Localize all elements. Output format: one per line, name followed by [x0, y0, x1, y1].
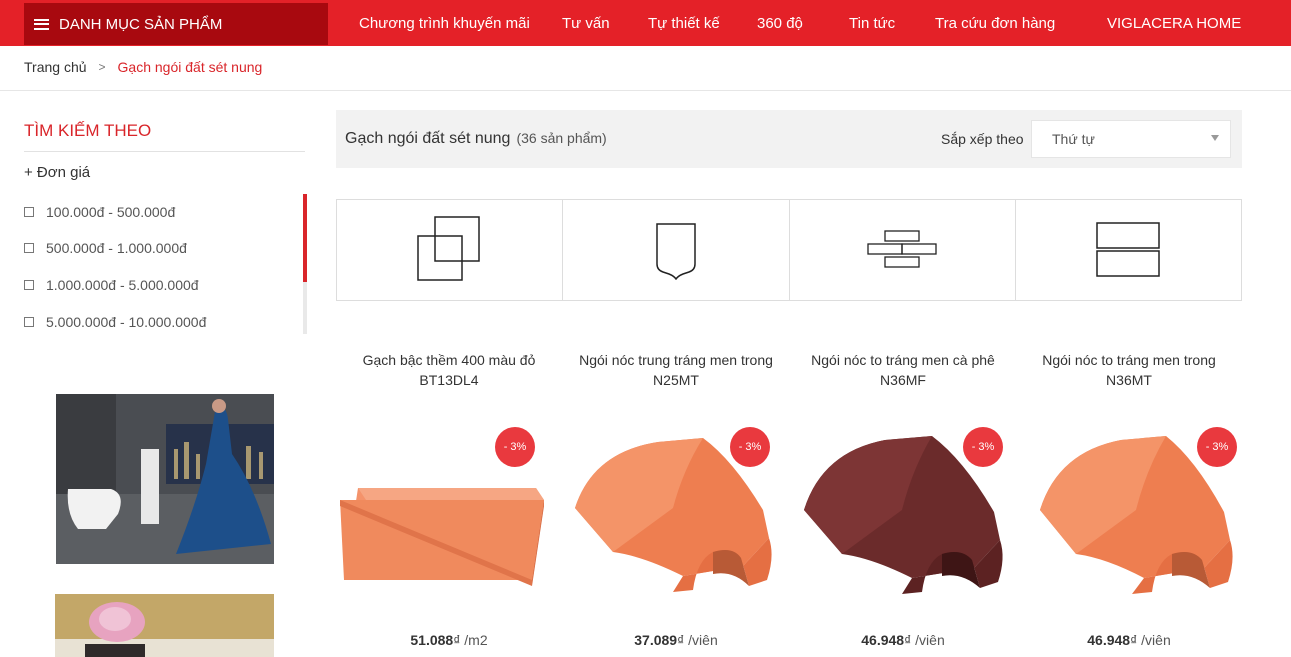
product-name[interactable]: Ngói nóc trung tráng men trong N25MT	[563, 350, 789, 390]
filter-title: TÌM KIẾM THEO	[24, 121, 152, 140]
nav-viglacera-home[interactable]: VIGLACERA HOME	[1107, 0, 1241, 46]
product-card[interactable]: Ngói nóc to tráng men trong N36MT - 3% 4…	[1016, 350, 1242, 657]
nav-self-design[interactable]: Tự thiết kế	[648, 0, 720, 46]
price-unit: /viên	[688, 632, 718, 648]
price-filter-label: 500.000đ - 1.000.000đ	[46, 240, 187, 256]
product-price: 46.948₫ /viên	[790, 632, 1016, 648]
shape-filter-row	[336, 199, 1242, 301]
scrollbar-thumb[interactable]	[303, 194, 307, 282]
scrollbar[interactable]	[303, 194, 307, 334]
price-filter-label: 5.000.000đ - 10.000.000đ	[46, 314, 207, 330]
checkbox[interactable]	[24, 207, 34, 217]
product-count: (36 sản phẩm)	[516, 130, 607, 146]
category-heading: Gạch ngói đất sét nung (36 sản phẩm)	[345, 130, 607, 148]
price-unit: /m2	[464, 632, 488, 648]
price-unit: /viên	[915, 632, 945, 648]
nav-news[interactable]: Tin tức	[849, 0, 895, 46]
product-card[interactable]: Ngói nóc trung tráng men trong N25MT - 3…	[563, 350, 789, 657]
product-card[interactable]: Ngói nóc to tráng men cà phê N36MF - 3% …	[790, 350, 1016, 657]
breadcrumb-home[interactable]: Trang chủ	[24, 59, 87, 75]
product-price: 46.948₫ /viên	[1016, 632, 1242, 648]
price-filter-option[interactable]: 500.000đ - 1.000.000đ	[24, 240, 187, 256]
price-value: 51.088	[410, 632, 454, 648]
divider	[24, 151, 305, 152]
price-filter-option[interactable]: 5.000.000đ - 10.000.000đ	[24, 314, 206, 330]
product-name[interactable]: Gạch bậc thềm 400 màu đỏ BT13DL4	[336, 350, 562, 390]
discount-badge: - 3%	[730, 427, 770, 467]
nav-consult[interactable]: Tư vấn	[562, 0, 610, 46]
price-value: 46.948	[1087, 632, 1131, 648]
discount-badge: - 3%	[495, 427, 535, 467]
promo-banner-bathroom[interactable]	[56, 394, 274, 564]
chevron-down-icon	[1211, 135, 1219, 141]
checkbox[interactable]	[24, 317, 34, 327]
discount-badge: - 3%	[963, 427, 1003, 467]
category-toolbar: Gạch ngói đất sét nung (36 sản phẩm) Sắp …	[336, 110, 1242, 168]
breadcrumb: Trang chủ > Gạch ngói đất sét nung	[24, 59, 262, 75]
discount-badge: - 3%	[1197, 427, 1237, 467]
hamburger-icon	[34, 18, 49, 30]
sort-select[interactable]: Thứ tự	[1031, 120, 1231, 158]
two-rectangles-icon	[1096, 222, 1161, 277]
top-nav-bar: DANH MỤC SẢN PHẨM Chương trình khuyến mã…	[0, 0, 1291, 46]
price-filter-label: 1.000.000đ - 5.000.000đ	[46, 277, 199, 293]
checkbox[interactable]	[24, 243, 34, 253]
product-price: 37.089₫ /viên	[563, 632, 789, 648]
brick-pattern-icon	[867, 230, 937, 268]
shape-filter-ridge[interactable]	[563, 200, 790, 300]
product-name[interactable]: Ngói nóc to tráng men trong N36MT	[1016, 350, 1242, 390]
product-card[interactable]: Gạch bậc thềm 400 màu đỏ BT13DL4 - 3% 51…	[336, 350, 562, 657]
nav-order-lookup[interactable]: Tra cứu đơn hàng	[935, 0, 1055, 46]
nav-promotions[interactable]: Chương trình khuyến mãi	[359, 0, 530, 46]
sort-label: Sắp xếp theo	[941, 131, 1024, 147]
currency-symbol: ₫	[453, 632, 461, 648]
chevron-right-icon: >	[98, 60, 106, 74]
price-filter-label: 100.000đ - 500.000đ	[46, 204, 176, 220]
nav-360[interactable]: 360 độ	[757, 0, 803, 46]
checkbox[interactable]	[24, 280, 34, 290]
price-filter-option[interactable]: 1.000.000đ - 5.000.000đ	[24, 277, 199, 293]
product-name[interactable]: Ngói nóc to tráng men cà phê N36MF	[790, 350, 1016, 390]
shape-filter-rectangle[interactable]	[1016, 200, 1241, 300]
overlap-squares-icon	[416, 216, 480, 281]
breadcrumb-current: Gạch ngói đất sét nung	[117, 59, 263, 75]
ridge-tile-icon	[656, 223, 696, 280]
price-value: 37.089	[634, 632, 678, 648]
shape-filter-square[interactable]	[337, 200, 564, 300]
currency-symbol: ₫	[677, 632, 685, 648]
category-name: Gạch ngói đất sét nung	[345, 130, 511, 147]
sort-selected-value: Thứ tự	[1052, 131, 1095, 147]
promo-banner-flower[interactable]	[55, 594, 274, 657]
divider	[0, 90, 1291, 91]
currency-symbol: ₫	[904, 632, 912, 648]
category-menu-button[interactable]: DANH MỤC SẢN PHẨM	[24, 3, 328, 45]
currency-symbol: ₫	[1130, 632, 1138, 648]
product-price: 51.088₫ /m2	[336, 632, 562, 648]
price-filter-toggle[interactable]: + Đơn giá	[24, 164, 90, 181]
price-value: 46.948	[861, 632, 905, 648]
category-menu-label: DANH MỤC SẢN PHẨM	[59, 15, 223, 33]
price-filter-list: 100.000đ - 500.000đ 500.000đ - 1.000.000…	[24, 194, 307, 334]
price-unit: /viên	[1141, 632, 1171, 648]
price-filter-option[interactable]: 100.000đ - 500.000đ	[24, 204, 175, 220]
shape-filter-brick[interactable]	[790, 200, 1016, 300]
